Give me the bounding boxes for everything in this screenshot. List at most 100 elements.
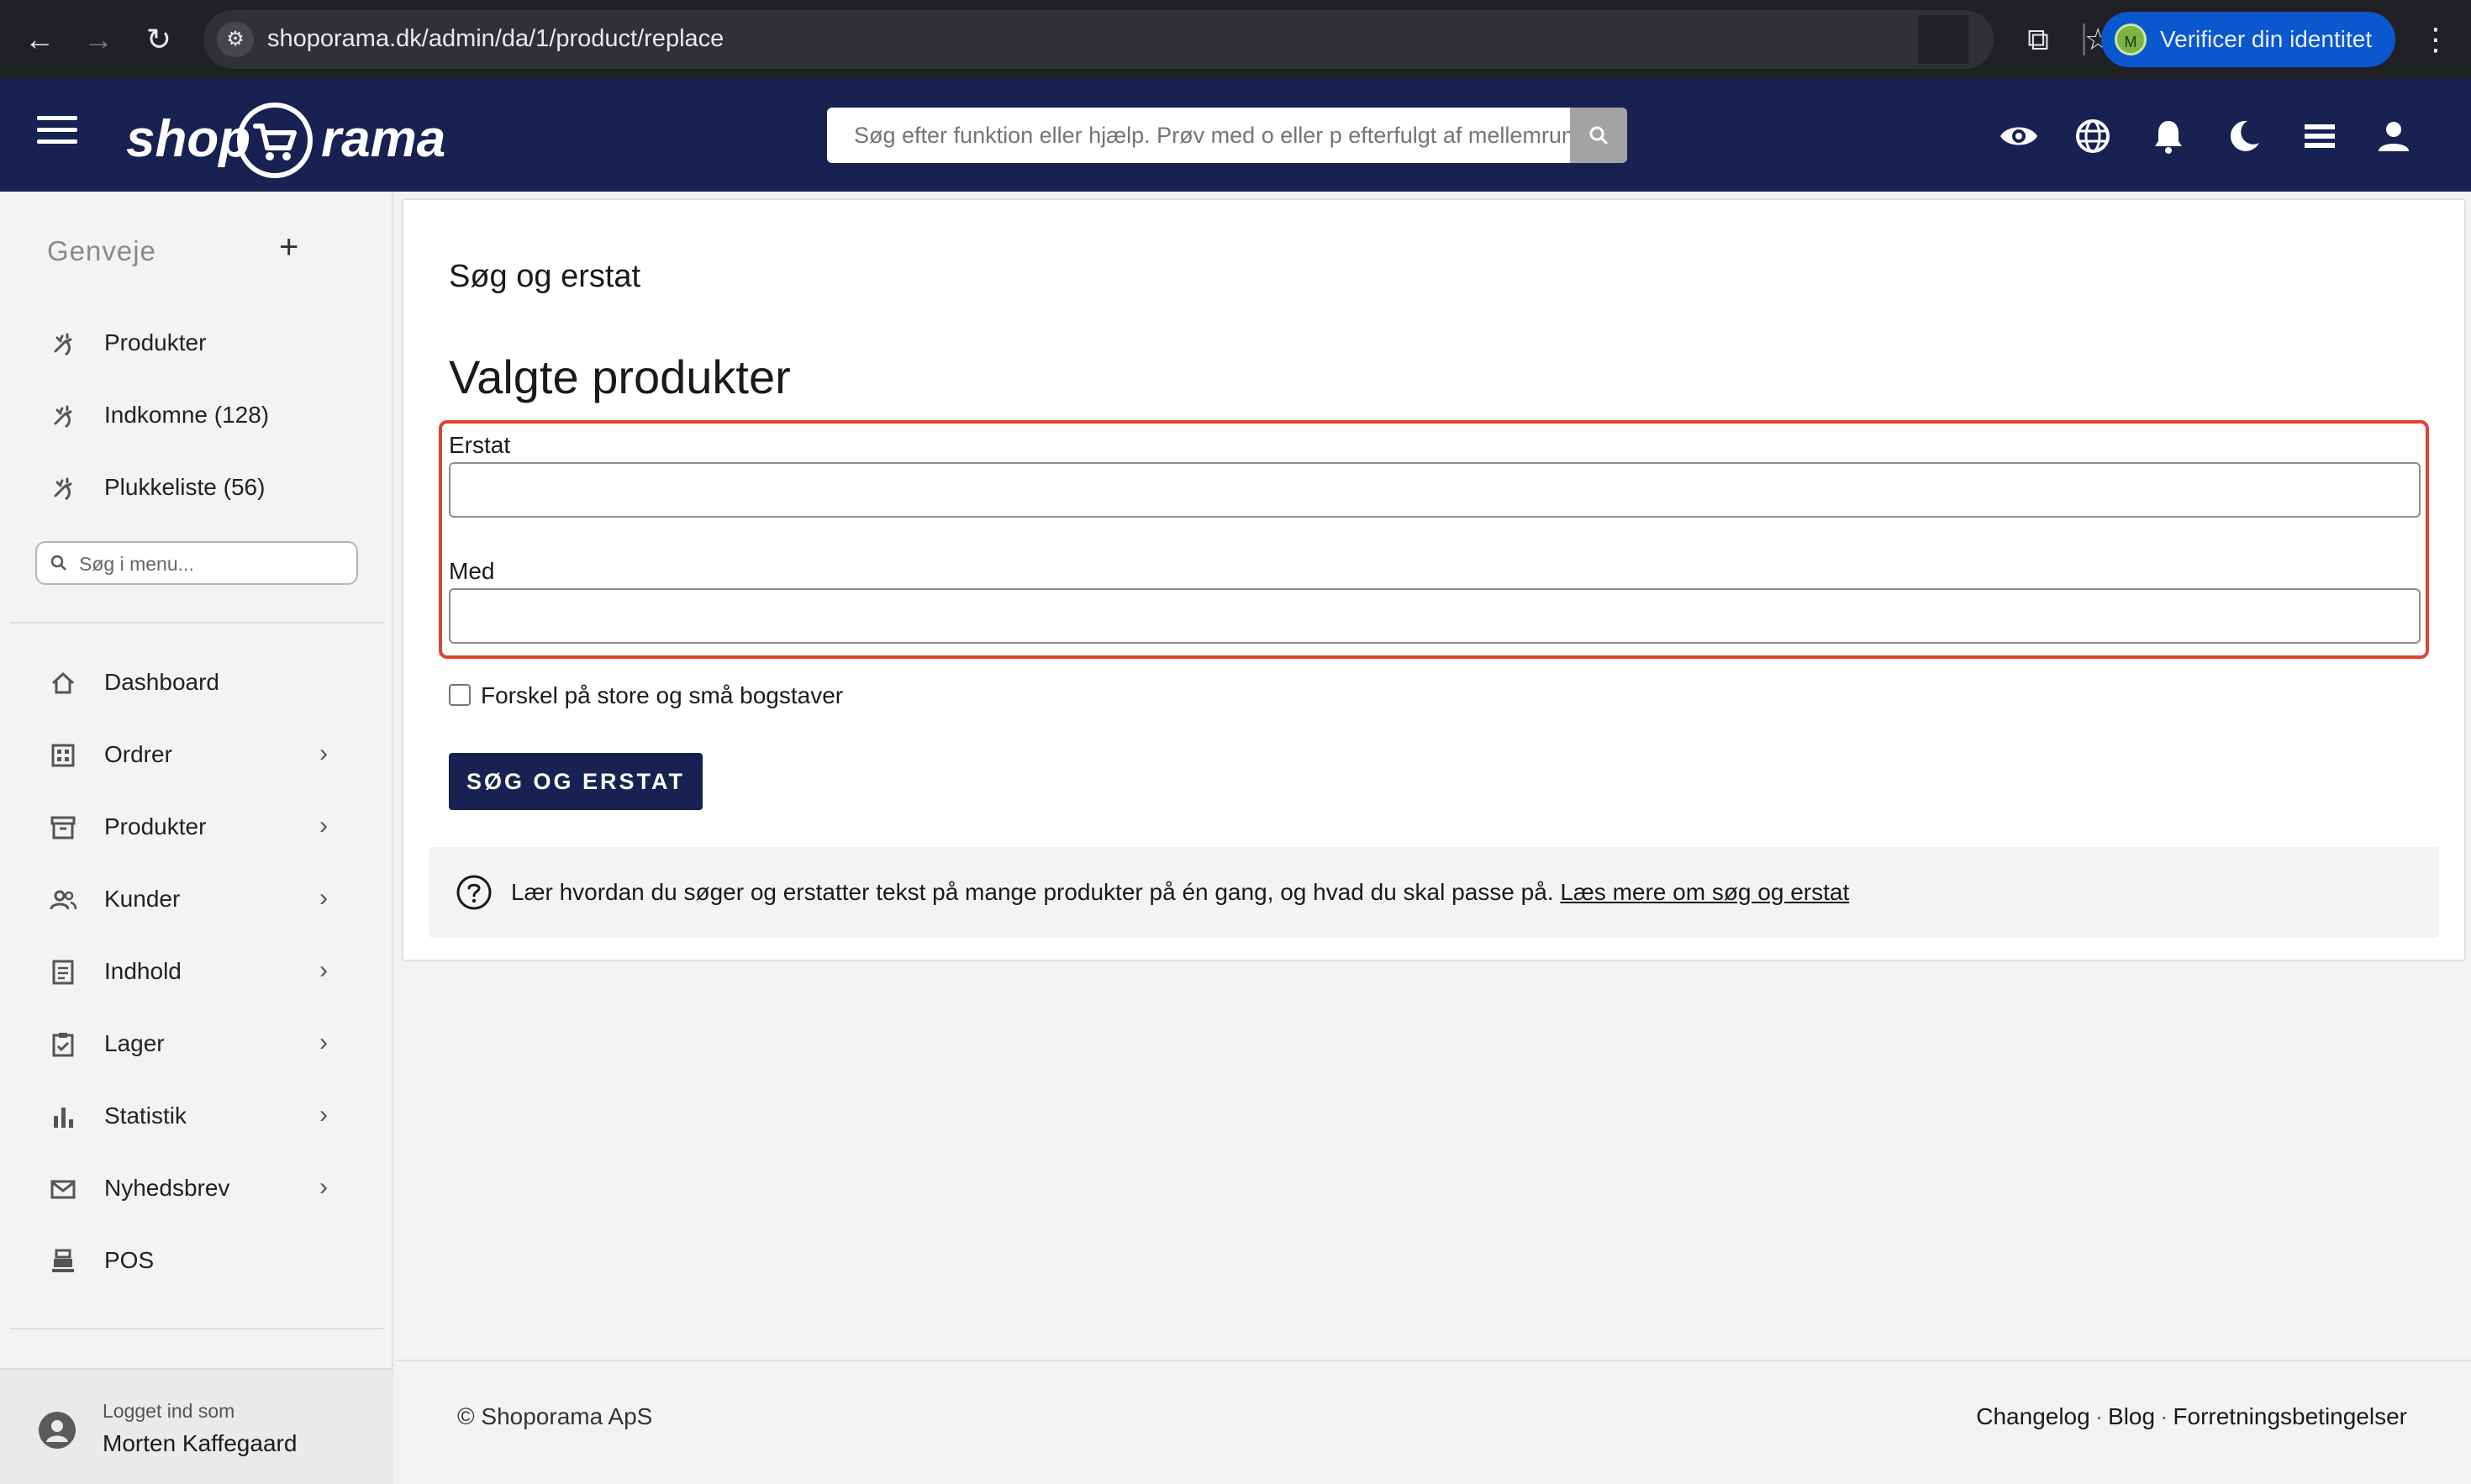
footer-separator: · (2160, 1403, 2168, 1429)
section-title: Valgte produkter (449, 350, 791, 403)
sidebar: Genveje + Produkter Indkomne (128) Plukk… (0, 192, 393, 1484)
browser-menu-icon[interactable]: ⋮ (2421, 18, 2451, 61)
home-icon (51, 671, 75, 694)
sidebar-divider (10, 1328, 383, 1329)
page-title: Søg og erstat (449, 259, 641, 294)
mail-icon (50, 1180, 76, 1199)
chevron-right-icon: › (319, 1173, 328, 1201)
forward-arrow-icon[interactable]: → (77, 18, 119, 61)
shortcut-item-indkomne[interactable]: Indkomne (128) (0, 388, 393, 442)
sidebar-item-label: Kunder (104, 886, 181, 912)
back-arrow-icon[interactable]: ← (18, 18, 61, 61)
logged-in-label: Logget ind som (103, 1400, 235, 1422)
hamburger-menu-icon[interactable] (37, 116, 77, 153)
shortcut-item-produkter[interactable]: Produkter (0, 316, 393, 370)
list-menu-icon[interactable] (2298, 114, 2342, 158)
help-description: Lær hvordan du søger og erstatter tekst … (511, 879, 1554, 905)
global-search-button[interactable] (1570, 108, 1627, 163)
sidebar-item-label: Dashboard (104, 669, 219, 695)
sidebar-item-produkter[interactable]: Produkter › (0, 800, 393, 854)
sidebar-item-kunder[interactable]: Kunder › (0, 872, 393, 926)
globe-icon[interactable] (2071, 114, 2115, 158)
case-sensitive-checkbox[interactable] (449, 684, 471, 706)
logged-in-user[interactable]: Logget ind som Morten Kaffegaard (0, 1368, 393, 1484)
sidebar-item-label: POS (104, 1247, 155, 1273)
site-settings-icon[interactable]: ⚙ (217, 22, 254, 57)
footer-links: Changelog · Blog · Forretningsbetingelser (1976, 1403, 2407, 1430)
shortcut-icon (54, 477, 72, 501)
extensions-icon[interactable]: ⧉ (2015, 17, 2061, 62)
footer-link-terms[interactable]: Forretningsbetingelser (2173, 1403, 2407, 1429)
help-circle-icon (456, 875, 492, 910)
sidebar-item-pos[interactable]: POS (0, 1234, 393, 1287)
reload-icon[interactable]: ↻ (138, 18, 180, 61)
toolbar-spacer (1918, 15, 1968, 64)
sidebar-item-label: Lager (104, 1030, 165, 1056)
replace-input[interactable] (449, 462, 2421, 518)
chevron-right-icon: › (319, 1029, 328, 1056)
global-search (827, 108, 1627, 163)
sidebar-item-nyhedsbrev[interactable]: Nyhedsbrev › (0, 1161, 393, 1215)
replace-field-label: Erstat (449, 432, 511, 458)
help-info-box: Lær hvordan du søger og erstatter tekst … (429, 847, 2439, 938)
search-icon (1589, 126, 1608, 145)
footer-link-changelog[interactable]: Changelog (1976, 1403, 2089, 1429)
shortcuts-title: Genveje (47, 235, 156, 266)
sidebar-item-label: Produkter (104, 329, 207, 355)
search-replace-card: Søg og erstat Valgte produkter Erstat Me… (402, 198, 2466, 961)
help-text: Lær hvordan du søger og erstatter tekst … (511, 879, 1849, 906)
sidebar-item-dashboard[interactable]: Dashboard (0, 655, 393, 709)
browser-toolbar: ← → ↻ ⚙ shoporama.dk/admin/da/1/product/… (0, 0, 2471, 79)
sidebar-item-lager[interactable]: Lager › (0, 1017, 393, 1071)
sidebar-item-label: Ordrer (104, 741, 172, 767)
url-text[interactable]: shoporama.dk/admin/da/1/product/replace (267, 25, 724, 53)
shortcut-item-plukkeliste[interactable]: Plukkeliste (56) (0, 460, 393, 514)
global-search-input[interactable] (827, 108, 1572, 163)
sidebar-item-label: Indhold (104, 958, 182, 984)
shortcut-icon (54, 333, 72, 356)
menu-search-placeholder: Søg i menu... (79, 553, 194, 575)
address-bar[interactable]: ⚙ shoporama.dk/admin/da/1/product/replac… (203, 10, 2111, 69)
search-replace-button[interactable]: SØG OG ERSTAT (449, 753, 703, 810)
footer-link-blog[interactable]: Blog (2108, 1403, 2155, 1429)
sidebar-divider (10, 622, 383, 624)
chevron-right-icon: › (319, 812, 328, 839)
sidebar-item-label: Nyhedsbrev (104, 1175, 230, 1201)
bar-chart-icon (54, 1108, 73, 1128)
inventory-clipboard-icon (52, 1033, 74, 1057)
user-avatar-icon (39, 1412, 76, 1449)
dark-mode-moon-icon[interactable] (2222, 114, 2266, 158)
logged-in-username: Morten Kaffegaard (103, 1430, 298, 1456)
logo-text-left: shop (126, 110, 251, 168)
case-sensitive-label[interactable]: Forskel på store og små bogstaver (481, 682, 843, 709)
sidebar-item-ordrer[interactable]: Ordrer › (0, 728, 393, 781)
cash-register-icon (52, 1249, 74, 1272)
sidebar-item-statistik[interactable]: Statistik › (0, 1089, 393, 1143)
menu-search-field[interactable]: Søg i menu... (35, 541, 358, 585)
search-icon (50, 555, 66, 571)
chevron-right-icon: › (319, 884, 328, 912)
sidebar-item-label: Plukkeliste (56) (104, 474, 266, 500)
orders-grid-icon (51, 744, 75, 767)
with-input[interactable] (449, 588, 2421, 644)
cart-logo-icon (237, 103, 313, 178)
profile-avatar: M (2115, 24, 2147, 55)
verify-identity-label: Verificer din identitet (2160, 26, 2373, 52)
user-account-icon[interactable] (2372, 114, 2416, 158)
people-icon (50, 890, 77, 910)
eye-icon[interactable] (1997, 114, 2041, 158)
verify-identity-button[interactable]: M Verificer din identitet (2101, 12, 2395, 67)
sidebar-item-label: Indkomne (128) (104, 402, 270, 428)
chevron-right-icon: › (319, 956, 328, 984)
help-read-more-link[interactable]: Læs mere om søg og erstat (1560, 879, 1849, 905)
archive-box-icon (50, 816, 76, 839)
shortcut-icon (54, 405, 72, 429)
chevron-right-icon: › (319, 739, 328, 767)
chevron-right-icon: › (319, 1101, 328, 1129)
sidebar-item-indhold[interactable]: Indhold › (0, 945, 393, 998)
bell-icon[interactable] (2147, 114, 2190, 158)
with-field-label: Med (449, 558, 495, 584)
toolbar-divider (2083, 24, 2085, 55)
add-shortcut-plus-icon[interactable]: + (279, 229, 298, 266)
copyright-text: © Shoporama ApS (457, 1403, 653, 1429)
